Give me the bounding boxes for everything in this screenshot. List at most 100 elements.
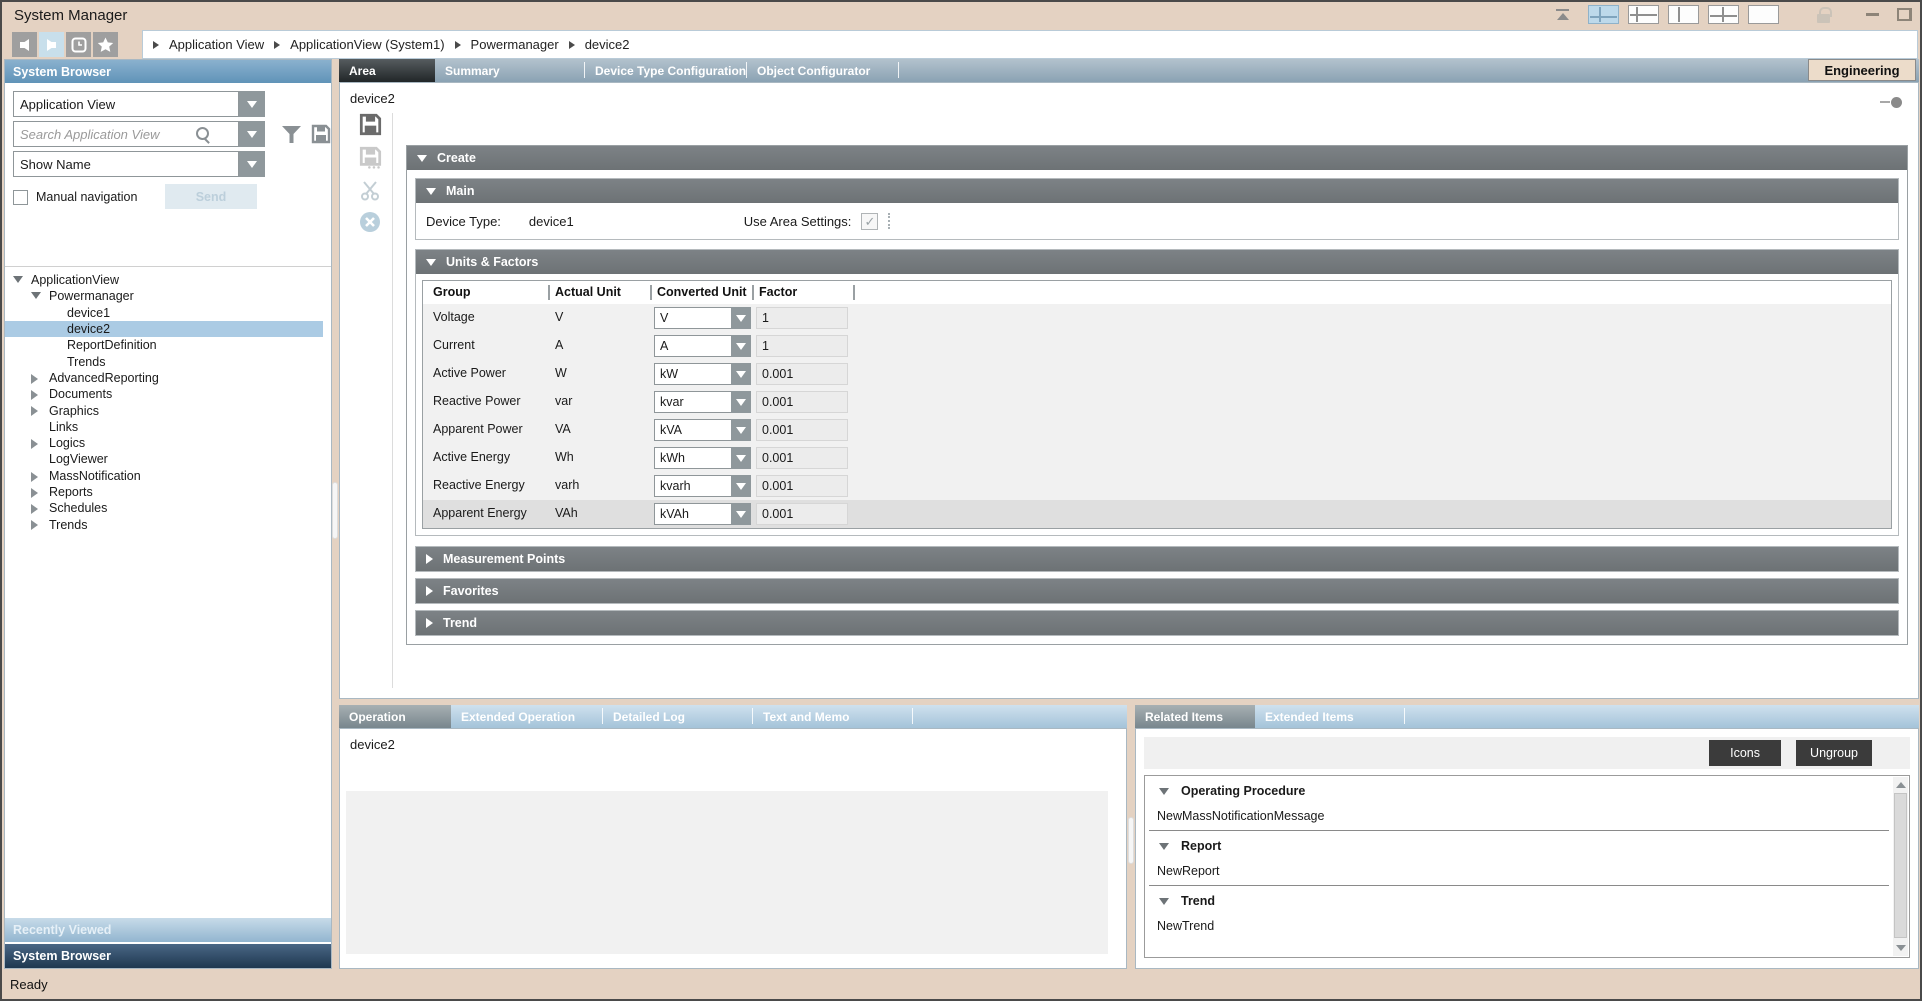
history-button[interactable] bbox=[66, 32, 91, 57]
collapsed-arrow-icon[interactable] bbox=[31, 520, 38, 530]
send-button[interactable]: Send bbox=[165, 184, 257, 209]
tree-item-reports[interactable]: Reports bbox=[5, 484, 323, 500]
converted-unit-dropdown-button[interactable] bbox=[731, 419, 751, 441]
save-search-button[interactable] bbox=[309, 121, 333, 147]
tree-item-powermanager[interactable]: Powermanager bbox=[5, 288, 323, 304]
collapsed-arrow-icon[interactable] bbox=[31, 374, 38, 384]
delete-button[interactable] bbox=[359, 211, 381, 233]
save-as-button[interactable] bbox=[359, 146, 382, 169]
scroll-down-icon[interactable] bbox=[1896, 945, 1906, 951]
collapsed-arrow-icon[interactable] bbox=[31, 390, 38, 400]
factor-input[interactable]: 0.001 bbox=[756, 503, 848, 525]
engineering-mode-button[interactable]: Engineering bbox=[1808, 59, 1916, 81]
units-factors-section-header[interactable]: Units & Factors bbox=[416, 250, 1898, 274]
display-mode-select[interactable]: Show Name bbox=[13, 151, 239, 177]
table-row-current[interactable]: CurrentAA1 bbox=[423, 332, 1891, 360]
splitter-handle[interactable] bbox=[1128, 817, 1134, 864]
converted-unit-select[interactable]: kVA bbox=[654, 419, 751, 441]
factor-input[interactable]: 0.001 bbox=[756, 391, 848, 413]
icons-button[interactable]: Icons bbox=[1709, 740, 1781, 766]
tree-item-schedules[interactable]: Schedules bbox=[5, 500, 323, 516]
converted-unit-dropdown-button[interactable] bbox=[731, 391, 751, 413]
table-row-active-energy[interactable]: Active EnergyWhkWh0.001 bbox=[423, 444, 1891, 472]
tree-item-graphics[interactable]: Graphics bbox=[5, 402, 323, 418]
column-separator[interactable] bbox=[752, 285, 754, 300]
favorite-button[interactable] bbox=[93, 32, 118, 57]
pin-handle-icon[interactable] bbox=[1880, 97, 1902, 108]
breadcrumb-item-applicationview-system1[interactable]: ApplicationView (System1) bbox=[290, 37, 444, 52]
converted-unit-select[interactable]: kWh bbox=[654, 447, 751, 469]
converted-unit-select[interactable]: kvar bbox=[654, 391, 751, 413]
filter-button[interactable] bbox=[279, 121, 303, 147]
expanded-arrow-icon[interactable] bbox=[1159, 843, 1169, 850]
column-separator[interactable] bbox=[548, 285, 550, 300]
main-section-header[interactable]: Main bbox=[416, 179, 1898, 203]
breadcrumb-item-application-view[interactable]: Application View bbox=[169, 37, 264, 52]
factor-input[interactable]: 1 bbox=[756, 307, 848, 329]
related-item-newmassnotificationmessage[interactable]: NewMassNotificationMessage bbox=[1145, 804, 1893, 828]
column-separator[interactable] bbox=[853, 285, 855, 300]
view-select[interactable]: Application View bbox=[13, 91, 239, 117]
tree-item-advancedreporting[interactable]: AdvancedReporting bbox=[5, 370, 323, 386]
cut-button[interactable] bbox=[359, 179, 381, 201]
collapse-top-icon[interactable] bbox=[1554, 8, 1572, 22]
collapsed-arrow-icon[interactable] bbox=[31, 439, 38, 449]
tree-item-trends[interactable]: Trends bbox=[5, 516, 323, 532]
tab-object-configurator[interactable]: Object Configurator bbox=[747, 59, 899, 82]
tree-item-logics[interactable]: Logics bbox=[5, 435, 323, 451]
display-mode-dropdown-button[interactable] bbox=[239, 151, 265, 177]
tab-area[interactable]: Area bbox=[339, 59, 435, 82]
section-header-measurement-points[interactable]: Measurement Points bbox=[416, 547, 1898, 571]
expanded-arrow-icon[interactable] bbox=[31, 292, 41, 299]
converted-unit-dropdown-button[interactable] bbox=[731, 447, 751, 469]
tree-item-device1[interactable]: device1 bbox=[5, 305, 323, 321]
converted-unit-select[interactable]: kVAh bbox=[654, 503, 751, 525]
converted-unit-dropdown-button[interactable] bbox=[731, 307, 751, 329]
column-separator[interactable] bbox=[650, 285, 652, 300]
collapsed-arrow-icon[interactable] bbox=[31, 488, 38, 498]
collapsed-arrow-icon[interactable] bbox=[31, 504, 38, 514]
factor-input[interactable]: 0.001 bbox=[756, 363, 848, 385]
tree-item-logviewer[interactable]: LogViewer bbox=[5, 451, 323, 467]
splitter-handle[interactable] bbox=[332, 482, 338, 539]
converted-unit-select[interactable]: kW bbox=[654, 363, 751, 385]
section-header-favorites[interactable]: Favorites bbox=[416, 579, 1898, 603]
minimize-icon[interactable] bbox=[1866, 13, 1879, 16]
manual-navigation-checkbox[interactable] bbox=[13, 190, 28, 205]
tab-extended-operation[interactable]: Extended Operation bbox=[451, 705, 603, 728]
scrollbar-thumb[interactable] bbox=[1894, 793, 1907, 938]
related-group-operating-procedure[interactable]: Operating Procedure bbox=[1145, 778, 1893, 804]
search-dropdown-button[interactable] bbox=[239, 121, 265, 147]
tree-item-reportdefinition[interactable]: ReportDefinition bbox=[5, 337, 323, 353]
tab-extended-items[interactable]: Extended Items bbox=[1255, 705, 1405, 728]
tree-item-applicationview[interactable]: ApplicationView bbox=[5, 272, 323, 288]
search-input[interactable]: Search Application View bbox=[13, 121, 239, 147]
converted-unit-select[interactable]: kvarh bbox=[654, 475, 751, 497]
table-row-active-power[interactable]: Active PowerWkW0.001 bbox=[423, 360, 1891, 388]
breadcrumb-item-device2[interactable]: device2 bbox=[585, 37, 630, 52]
save-button[interactable] bbox=[359, 113, 382, 136]
forward-button[interactable] bbox=[39, 32, 64, 57]
collapsed-arrow-icon[interactable] bbox=[31, 472, 38, 482]
tab-summary[interactable]: Summary bbox=[435, 59, 585, 82]
tree-item-device2[interactable]: device2 bbox=[5, 321, 323, 337]
factor-input[interactable]: 0.001 bbox=[756, 447, 848, 469]
expanded-arrow-icon[interactable] bbox=[1159, 788, 1169, 795]
restore-icon[interactable] bbox=[1897, 8, 1912, 21]
converted-unit-dropdown-button[interactable] bbox=[731, 475, 751, 497]
layout-1-button[interactable] bbox=[1588, 5, 1619, 24]
table-row-apparent-power[interactable]: Apparent PowerVAkVA0.001 bbox=[423, 416, 1891, 444]
converted-unit-dropdown-button[interactable] bbox=[731, 363, 751, 385]
scroll-up-icon[interactable] bbox=[1896, 782, 1906, 788]
layout-5-button[interactable] bbox=[1748, 5, 1779, 24]
system-browser-bar[interactable]: System Browser bbox=[5, 944, 331, 968]
converted-unit-dropdown-button[interactable] bbox=[731, 503, 751, 525]
back-button[interactable] bbox=[12, 32, 37, 57]
collapsed-arrow-icon[interactable] bbox=[31, 406, 38, 416]
converted-unit-dropdown-button[interactable] bbox=[731, 335, 751, 357]
tab-text-and-memo[interactable]: Text and Memo bbox=[753, 705, 913, 728]
related-group-report[interactable]: Report bbox=[1145, 833, 1893, 859]
create-section-header[interactable]: Create bbox=[407, 146, 1907, 170]
table-row-voltage[interactable]: VoltageVV1 bbox=[423, 304, 1891, 332]
use-area-settings-checkbox[interactable]: ✓ bbox=[861, 213, 878, 230]
